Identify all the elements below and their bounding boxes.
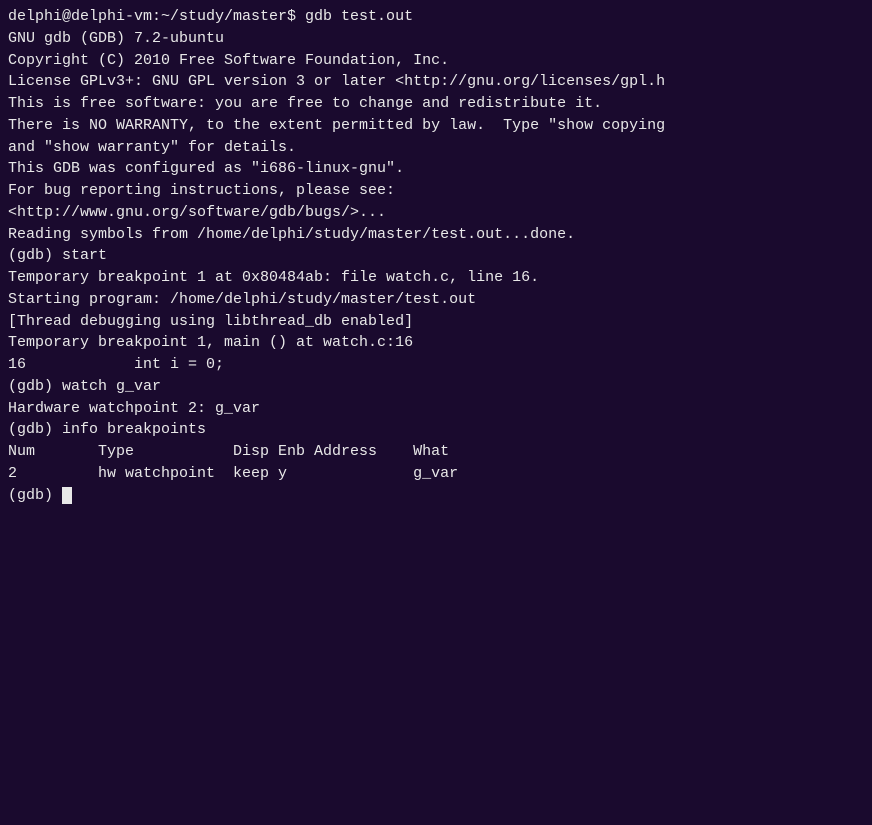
terminal-line: License GPLv3+: GNU GPL version 3 or lat… — [8, 71, 864, 93]
terminal-line: There is NO WARRANTY, to the extent perm… — [8, 115, 864, 137]
terminal-line: This is free software: you are free to c… — [8, 93, 864, 115]
terminal-line: [Thread debugging using libthread_db ena… — [8, 311, 864, 333]
terminal-line: For bug reporting instructions, please s… — [8, 180, 864, 202]
terminal-line: delphi@delphi-vm:~/study/master$ gdb tes… — [8, 6, 864, 28]
terminal-line: Copyright (C) 2010 Free Software Foundat… — [8, 50, 864, 72]
terminal-line: GNU gdb (GDB) 7.2-ubuntu — [8, 28, 864, 50]
terminal-line: and "show warranty" for details. — [8, 137, 864, 159]
terminal-line: <http://www.gnu.org/software/gdb/bugs/>.… — [8, 202, 864, 224]
terminal-window[interactable]: delphi@delphi-vm:~/study/master$ gdb tes… — [0, 0, 872, 825]
terminal-line: Temporary breakpoint 1 at 0x80484ab: fil… — [8, 267, 864, 289]
terminal-line: Temporary breakpoint 1, main () at watch… — [8, 332, 864, 354]
terminal-cursor — [62, 487, 72, 504]
terminal-line: 16 int i = 0; — [8, 354, 864, 376]
terminal-line: Starting program: /home/delphi/study/mas… — [8, 289, 864, 311]
terminal-line: (gdb) start — [8, 245, 864, 267]
terminal-line: Hardware watchpoint 2: g_var — [8, 398, 864, 420]
terminal-line: 2 hw watchpoint keep y g_var — [8, 463, 864, 485]
terminal-line: Num Type Disp Enb Address What — [8, 441, 864, 463]
terminal-line: This GDB was configured as "i686-linux-g… — [8, 158, 864, 180]
terminal-line: (gdb) info breakpoints — [8, 419, 864, 441]
terminal-line: Reading symbols from /home/delphi/study/… — [8, 224, 864, 246]
terminal-line: (gdb) — [8, 485, 864, 507]
terminal-line: (gdb) watch g_var — [8, 376, 864, 398]
